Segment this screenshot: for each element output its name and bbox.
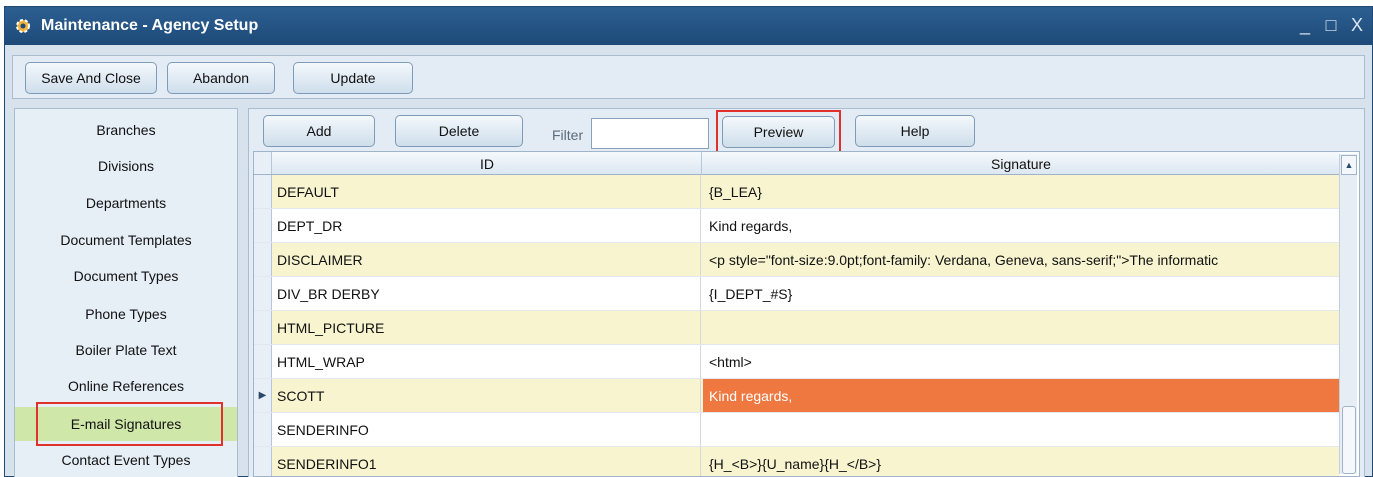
table-row-selected[interactable]: ▶ SCOTT Kind regards, (254, 379, 1339, 413)
agency-setup-window: Maintenance - Agency Setup _ □ X Save An… (4, 6, 1373, 477)
top-toolbar: Save And Close Abandon Update (12, 55, 1365, 99)
column-header-id[interactable]: ID (273, 152, 702, 175)
row-indicator (254, 243, 272, 276)
row-indicator (254, 413, 272, 446)
signature-panel: Add Delete Filter Preview Help ID Signat… (248, 108, 1365, 477)
cell-signature[interactable]: <html> (703, 345, 1339, 378)
cell-id[interactable]: SENDERINFO (277, 413, 701, 446)
sidebar-item-online-references[interactable]: Online References (15, 369, 237, 403)
cell-id[interactable]: DEPT_DR (277, 209, 701, 242)
title-bar: Maintenance - Agency Setup _ □ X (5, 7, 1372, 45)
column-header-signature[interactable]: Signature (703, 152, 1339, 175)
table-row[interactable]: HTML_PICTURE (254, 311, 1339, 345)
signatures-table: ID Signature DEFAULT {B_LEA} DEPT_DR Kin… (253, 151, 1360, 477)
table-row[interactable]: DEPT_DR Kind regards, (254, 209, 1339, 243)
row-indicator (254, 447, 272, 476)
row-indicator (254, 175, 272, 208)
abandon-button[interactable]: Abandon (167, 62, 275, 94)
cell-id[interactable]: DEFAULT (277, 175, 701, 208)
table-row[interactable]: SENDERINFO (254, 413, 1339, 447)
sidebar-item-document-types[interactable]: Document Types (15, 259, 237, 293)
row-indicator (254, 345, 272, 378)
gear-icon (13, 16, 33, 36)
sidebar-item-boiler-plate-text[interactable]: Boiler Plate Text (15, 333, 237, 367)
cell-signature[interactable]: {H_<B>}{U_name}{H_</B>} (703, 447, 1339, 476)
table-row[interactable]: HTML_WRAP <html> (254, 345, 1339, 379)
cell-id[interactable]: SCOTT (277, 379, 701, 412)
table-row[interactable]: SENDERINFO1 {H_<B>}{U_name}{H_</B>} (254, 447, 1339, 476)
cell-signature[interactable]: <p style="font-size:9.0pt;font-family: V… (703, 243, 1339, 276)
setup-sidebar: Branches Divisions Departments Document … (14, 108, 238, 477)
close-button[interactable]: X (1348, 14, 1366, 36)
table-row[interactable]: DIV_BR DERBY {I_DEPT_#S} (254, 277, 1339, 311)
filter-input[interactable] (591, 118, 709, 149)
table-body: DEFAULT {B_LEA} DEPT_DR Kind regards, DI… (254, 175, 1339, 476)
scrollbar-thumb[interactable] (1342, 406, 1356, 474)
filter-label: Filter (552, 127, 584, 143)
minimize-button[interactable]: _ (1296, 14, 1314, 36)
sidebar-item-branches[interactable]: Branches (15, 113, 237, 147)
cell-signature-selected[interactable]: Kind regards, (703, 379, 1339, 412)
help-button[interactable]: Help (855, 115, 975, 147)
sidebar-item-contact-event-types[interactable]: Contact Event Types (15, 443, 237, 477)
sidebar-item-divisions[interactable]: Divisions (15, 149, 237, 183)
cell-signature[interactable]: Kind regards, (703, 209, 1339, 242)
sidebar-item-departments[interactable]: Departments (15, 186, 237, 220)
triangle-up-icon[interactable]: ▲ (1341, 155, 1357, 175)
triangle-right-icon: ▶ (254, 379, 272, 412)
table-row[interactable]: DISCLAIMER <p style="font-size:9.0pt;fon… (254, 243, 1339, 277)
window-title: Maintenance - Agency Setup (41, 17, 259, 34)
cell-id[interactable]: DISCLAIMER (277, 243, 701, 276)
save-and-close-button[interactable]: Save And Close (25, 62, 157, 94)
add-button[interactable]: Add (263, 115, 375, 147)
sidebar-item-email-signatures[interactable]: E-mail Signatures (15, 407, 237, 441)
cell-signature[interactable]: {I_DEPT_#S} (703, 277, 1339, 310)
sidebar-item-phone-types[interactable]: Phone Types (15, 297, 237, 331)
row-indicator (254, 311, 272, 344)
cell-id[interactable]: HTML_WRAP (277, 345, 701, 378)
cell-signature[interactable] (703, 413, 1339, 446)
cell-id[interactable]: SENDERINFO1 (277, 447, 701, 476)
row-indicator-header (254, 152, 272, 174)
vertical-scrollbar[interactable]: ▲ (1339, 154, 1357, 474)
maximize-button[interactable]: □ (1322, 14, 1340, 36)
cell-signature[interactable] (703, 311, 1339, 344)
delete-button[interactable]: Delete (395, 115, 523, 147)
row-indicator (254, 277, 272, 310)
preview-button[interactable]: Preview (722, 116, 835, 148)
table-header: ID Signature (254, 152, 1339, 175)
update-button[interactable]: Update (293, 62, 413, 94)
cell-id[interactable]: HTML_PICTURE (277, 311, 701, 344)
sidebar-item-document-templates[interactable]: Document Templates (15, 223, 237, 257)
cell-signature[interactable]: {B_LEA} (703, 175, 1339, 208)
window-controls: _ □ X (1296, 14, 1366, 36)
row-indicator (254, 209, 272, 242)
table-row[interactable]: DEFAULT {B_LEA} (254, 175, 1339, 209)
cell-id[interactable]: DIV_BR DERBY (277, 277, 701, 310)
